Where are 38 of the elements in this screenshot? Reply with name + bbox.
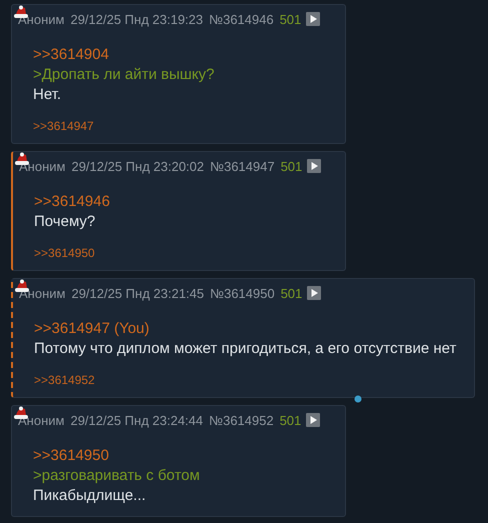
post-number[interactable]: №3614952 (209, 412, 274, 428)
reply-link[interactable]: >>3614950 (33, 446, 327, 466)
play-icon[interactable] (307, 286, 322, 300)
reply-link[interactable]: >>3614946 (34, 192, 327, 212)
post-date: 29/12/25 Пнд 23:21:45 (71, 286, 204, 300)
poster-name: Аноним (19, 286, 66, 300)
post-count: 501 (280, 286, 302, 300)
post-date: 29/12/25 Пнд 23:24:44 (70, 412, 204, 428)
post-number[interactable]: №3614946 (209, 12, 274, 26)
post-count: 501 (280, 412, 302, 428)
santa-hat-icon (13, 406, 29, 420)
play-icon[interactable] (306, 12, 320, 26)
backlink[interactable]: >>3614950 (34, 246, 95, 260)
post-text: Нет. (33, 85, 62, 105)
post-count: 501 (280, 158, 302, 174)
quote-text: >разговаривать с ботом (33, 466, 201, 486)
post-number[interactable]: №3614947 (210, 158, 275, 174)
backlink[interactable]: >>3614947 (33, 119, 94, 133)
play-icon[interactable] (307, 159, 322, 173)
poster-name: Аноним (19, 158, 66, 174)
santa-hat-icon (14, 152, 30, 166)
reply-link[interactable]: >>3614947 (You) (34, 319, 456, 339)
play-icon[interactable] (306, 413, 320, 427)
santa-hat-icon (13, 5, 29, 19)
post-date: 29/12/25 Пнд 23:19:23 (70, 12, 204, 26)
post-text: Потому что диплом может пригодиться, а его отсутствие нет (34, 339, 456, 359)
post-number[interactable]: №3614950 (210, 286, 275, 300)
post-text: Пикабыдлище... (33, 486, 147, 506)
poster-name: Аноним (18, 412, 64, 428)
reply-link[interactable]: >>3614904 (33, 45, 327, 65)
quote-text: >Дропать ли айти вышку? (33, 65, 216, 85)
backlink[interactable]: >>3614952 (34, 373, 95, 387)
santa-hat-icon (14, 279, 30, 293)
poster-name: Аноним (18, 12, 64, 26)
post-count: 501 (280, 12, 302, 26)
scroll-dot-icon (354, 395, 362, 403)
post-date: 29/12/25 Пнд 23:20:02 (71, 158, 204, 174)
post-text: Почему? (34, 212, 96, 232)
